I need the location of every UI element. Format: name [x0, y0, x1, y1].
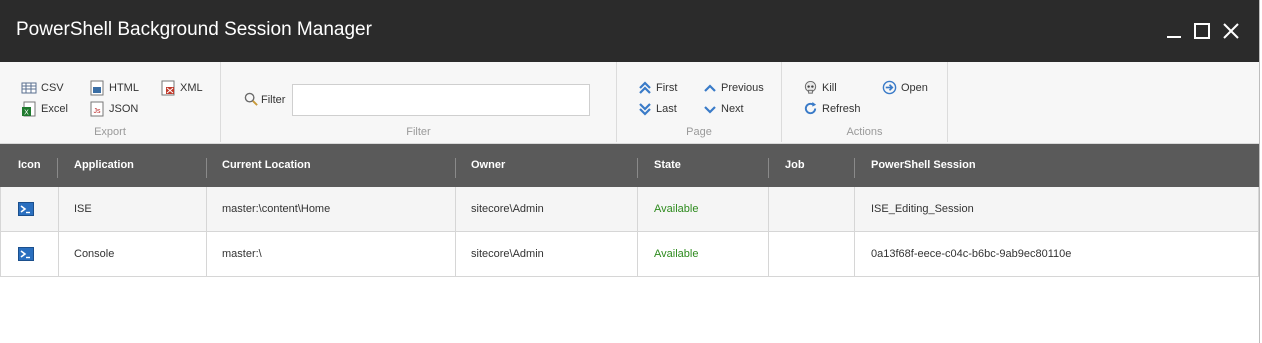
- powershell-icon: [18, 247, 34, 261]
- search-icon: [244, 92, 258, 106]
- arrow-right-circle-icon: [882, 80, 897, 95]
- column-separator[interactable]: [455, 158, 456, 178]
- cell-divider: [455, 232, 456, 276]
- sessions-grid: Icon Application Current Location Owner …: [0, 144, 1259, 277]
- column-header-job[interactable]: Job: [785, 144, 805, 187]
- previous-label: Previous: [721, 82, 764, 94]
- cell-owner: sitecore\Admin: [471, 248, 544, 260]
- column-separator[interactable]: [637, 158, 638, 178]
- cell-divider: [206, 232, 207, 276]
- column-header-icon[interactable]: Icon: [18, 144, 41, 187]
- column-header-owner[interactable]: Owner: [471, 144, 505, 187]
- svg-text:Js: Js: [94, 108, 102, 115]
- cell-application: ISE: [74, 203, 92, 215]
- cell-divider: [768, 187, 769, 231]
- cell-divider: [455, 187, 456, 231]
- next-page-button[interactable]: Next: [703, 101, 744, 117]
- column-separator[interactable]: [206, 158, 207, 178]
- export-csv-button[interactable]: CSV: [21, 80, 64, 96]
- refresh-icon: [804, 101, 817, 115]
- cell-divider: [206, 187, 207, 231]
- export-group: CSV X Excel HTML Js JSON XML Export: [0, 62, 221, 142]
- column-separator[interactable]: [854, 158, 855, 178]
- filter-input[interactable]: [292, 84, 590, 116]
- chevron-down-icon: [704, 106, 716, 114]
- cell-divider: [58, 187, 59, 231]
- cell-location: master:\: [222, 248, 262, 260]
- export-json-button[interactable]: Js JSON: [89, 101, 138, 117]
- column-separator[interactable]: [768, 158, 769, 178]
- cell-divider: [58, 232, 59, 276]
- table-row[interactable]: ISE master:\content\Home sitecore\Admin …: [0, 187, 1259, 232]
- cell-application: Console: [74, 248, 115, 260]
- grid-header: Icon Application Current Location Owner …: [0, 144, 1259, 187]
- last-label: Last: [656, 103, 677, 115]
- page-group: First Last Previous Next Page: [617, 62, 782, 142]
- cell-state: Available: [654, 203, 699, 215]
- title-bar: PowerShell Background Session Manager: [0, 0, 1259, 62]
- excel-icon: X: [22, 101, 36, 117]
- csv-icon: [21, 82, 37, 94]
- filter-group: Filter Filter: [221, 62, 617, 142]
- cell-session: ISE_Editing_Session: [871, 203, 974, 215]
- column-header-state[interactable]: State: [654, 144, 681, 187]
- column-header-application[interactable]: Application: [74, 144, 134, 187]
- next-label: Next: [721, 103, 744, 115]
- html-icon: [90, 80, 104, 96]
- table-row[interactable]: Console master:\ sitecore\Admin Availabl…: [0, 232, 1259, 277]
- kill-button[interactable]: Kill: [803, 80, 837, 95]
- column-separator[interactable]: [57, 158, 58, 178]
- filter-label-text: Filter: [261, 93, 286, 106]
- actions-group: Kill Refresh Open Actions: [782, 62, 948, 142]
- open-label: Open: [901, 81, 928, 94]
- previous-page-button[interactable]: Previous: [703, 80, 764, 96]
- ribbon: CSV X Excel HTML Js JSON XML Export Filt…: [0, 62, 1259, 144]
- skull-icon: [804, 80, 817, 94]
- minimize-icon[interactable]: [1163, 20, 1185, 42]
- powershell-icon: [18, 202, 34, 216]
- export-html-label: HTML: [109, 82, 139, 94]
- refresh-button[interactable]: Refresh: [803, 101, 861, 116]
- refresh-label: Refresh: [822, 102, 861, 115]
- column-header-powershell-session[interactable]: PowerShell Session: [871, 144, 976, 187]
- cell-divider: [854, 232, 855, 276]
- maximize-icon[interactable]: [1191, 20, 1213, 42]
- export-excel-label: Excel: [41, 103, 68, 115]
- first-label: First: [656, 82, 678, 94]
- window-title: PowerShell Background Session Manager: [16, 19, 372, 40]
- double-chevron-up-icon: [639, 81, 651, 94]
- export-html-button[interactable]: HTML: [89, 80, 139, 96]
- json-icon: Js: [90, 101, 104, 117]
- cell-session: 0a13f68f-eece-c04c-b6bc-9ab9ec80110e: [871, 248, 1072, 260]
- last-page-button[interactable]: Last: [638, 101, 677, 117]
- svg-text:X: X: [24, 110, 29, 117]
- export-excel-button[interactable]: X Excel: [21, 101, 68, 117]
- filter-field-label: Filter: [244, 92, 285, 107]
- cell-divider: [768, 232, 769, 276]
- kill-label: Kill: [822, 81, 837, 94]
- filter-group-label: Filter: [406, 126, 431, 138]
- export-json-label: JSON: [109, 103, 139, 115]
- column-header-current-location[interactable]: Current Location: [222, 144, 311, 187]
- cell-divider: [637, 232, 638, 276]
- export-xml-label: XML: [180, 82, 203, 94]
- xml-icon: [161, 80, 175, 96]
- cell-state: Available: [654, 248, 699, 260]
- cell-divider: [637, 187, 638, 231]
- export-csv-label: CSV: [41, 82, 64, 94]
- open-button[interactable]: Open: [882, 80, 928, 95]
- cell-owner: sitecore\Admin: [471, 203, 544, 215]
- chevron-up-icon: [704, 84, 716, 92]
- cell-divider: [854, 187, 855, 231]
- session-manager-window: PowerShell Background Session Manager CS…: [0, 0, 1260, 343]
- export-group-label: Export: [94, 126, 126, 138]
- first-page-button[interactable]: First: [638, 80, 677, 96]
- cell-location: master:\content\Home: [222, 203, 331, 215]
- double-chevron-down-icon: [639, 103, 651, 116]
- export-xml-button[interactable]: XML: [160, 80, 203, 96]
- actions-group-label: Actions: [846, 126, 883, 138]
- page-group-label: Page: [686, 126, 712, 138]
- close-icon[interactable]: [1220, 20, 1242, 42]
